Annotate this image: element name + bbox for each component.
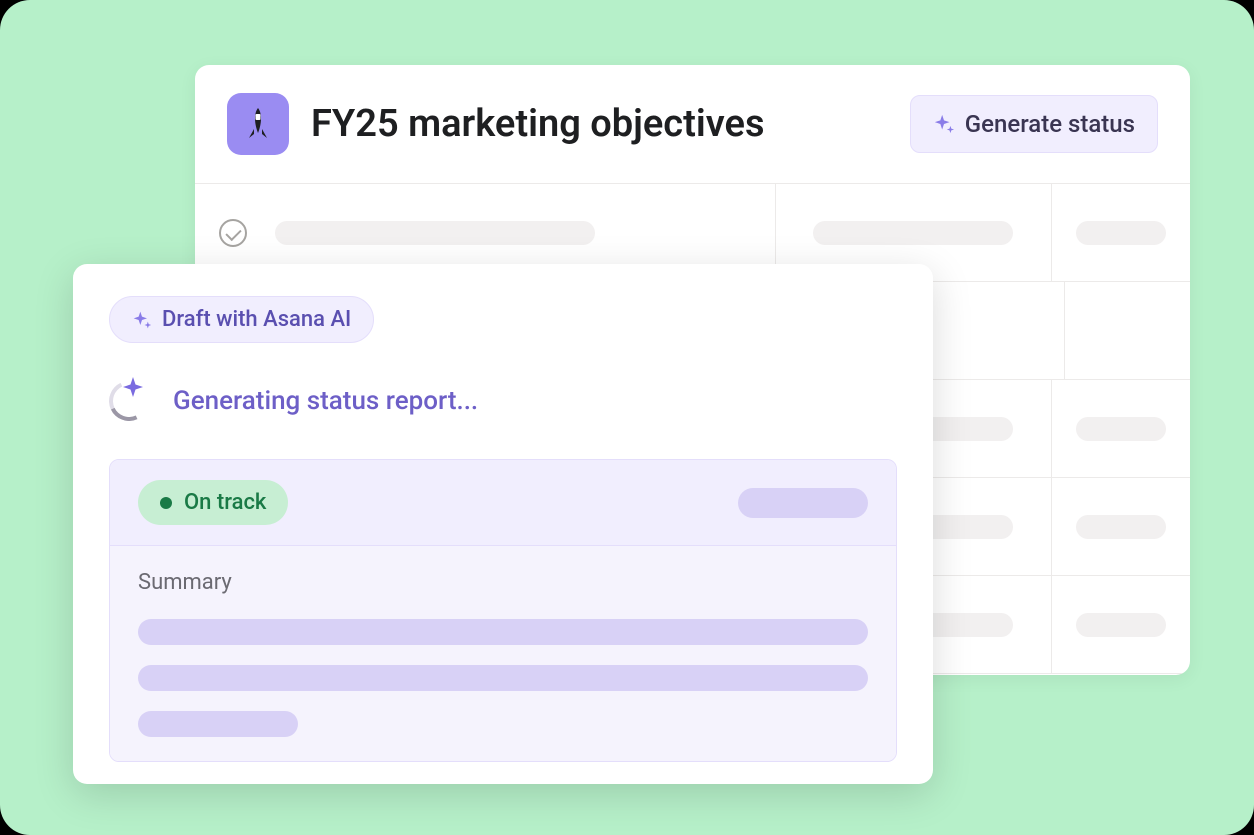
sparkle-icon — [933, 113, 955, 135]
placeholder-bar — [138, 711, 298, 737]
generate-status-label: Generate status — [965, 110, 1135, 138]
placeholder-bar — [138, 665, 868, 691]
placeholder-bar — [1076, 417, 1166, 441]
placeholder-bar — [275, 221, 595, 245]
placeholder-bar — [138, 619, 868, 645]
project-icon-rocket — [227, 93, 289, 155]
draft-pill-label: Draft with Asana AI — [162, 307, 351, 332]
project-header: FY25 marketing objectives Generate statu… — [195, 65, 1190, 183]
generating-text: Generating status report... — [173, 386, 478, 416]
rocket-icon — [243, 107, 273, 141]
placeholder-bar — [1076, 221, 1166, 245]
summary-heading: Summary — [138, 570, 868, 595]
status-report-header: On track — [110, 460, 896, 546]
status-pill-on-track[interactable]: On track — [138, 480, 288, 525]
draft-with-ai-pill[interactable]: Draft with Asana AI — [109, 296, 374, 343]
status-dot-icon — [160, 497, 172, 509]
generating-row: Generating status report... — [109, 381, 897, 421]
status-modal: Draft with Asana AI Generating status re… — [73, 264, 933, 784]
stage-background: FY25 marketing objectives Generate statu… — [0, 0, 1254, 835]
project-title: FY25 marketing objectives — [311, 102, 888, 146]
status-report-body: Summary — [110, 546, 896, 761]
placeholder-bar — [738, 488, 868, 518]
check-circle-icon[interactable] — [219, 219, 247, 247]
placeholder-bar — [1076, 613, 1166, 637]
generate-status-button[interactable]: Generate status — [910, 95, 1158, 153]
placeholder-bar — [813, 221, 1013, 245]
status-report-box: On track Summary — [109, 459, 897, 762]
loading-spinner-icon — [109, 381, 149, 421]
sparkle-icon — [132, 310, 152, 330]
status-pill-label: On track — [184, 490, 266, 515]
placeholder-bar — [1076, 515, 1166, 539]
